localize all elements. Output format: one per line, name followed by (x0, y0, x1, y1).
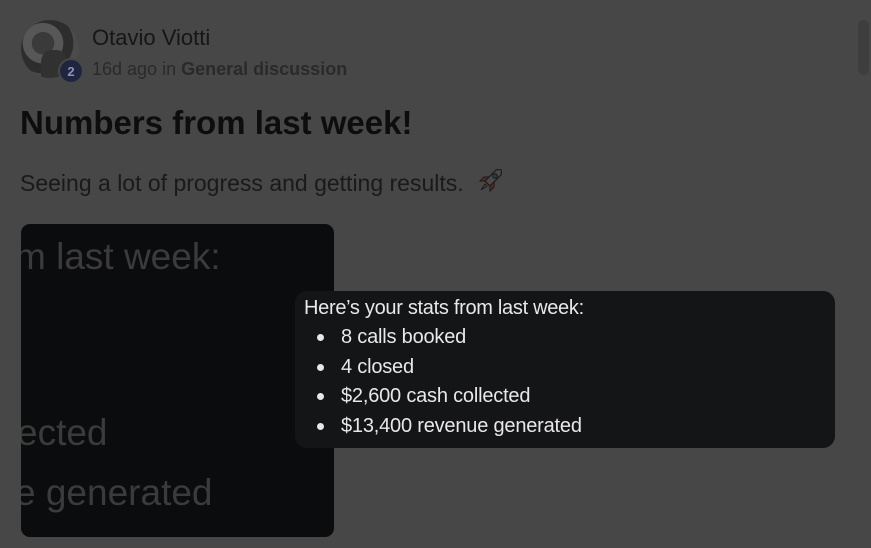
list-item: $2,600 cash collected (304, 384, 835, 414)
list-item: 4 closed (304, 355, 835, 385)
author-name[interactable]: Otavio Viotti (92, 25, 210, 51)
thumbnail-text-line: ected (21, 412, 108, 453)
stats-list: 8 calls booked 4 closed $2,600 cash coll… (304, 325, 835, 443)
category-link[interactable]: General discussion (181, 59, 347, 79)
scrollbar[interactable] (858, 20, 869, 75)
stats-popup: Here’s your stats from last week: 8 call… (295, 291, 835, 448)
thumbnail-text-line: m last week: (21, 236, 221, 277)
level-badge: 2 (58, 58, 84, 84)
author-avatar-wrap[interactable]: 2 (21, 20, 84, 84)
post-title: Numbers from last week! (20, 104, 413, 141)
stats-heading: Here’s your stats from last week: (304, 297, 584, 319)
post-body-text: Seeing a lot of progress and getting res… (20, 170, 464, 196)
rocket-icon (476, 167, 504, 201)
attachment-thumbnail[interactable]: m last week: ected e generated (21, 224, 334, 537)
post-page: 2 Otavio Viotti 16d ago in General discu… (0, 0, 871, 548)
post-time: 16d ago (92, 59, 158, 79)
meta-in-word: in (162, 59, 177, 79)
list-item: 8 calls booked (304, 325, 835, 355)
list-item: $13,400 revenue generated (304, 414, 835, 444)
post-body: Seeing a lot of progress and getting res… (20, 167, 504, 201)
post-meta: 16d ago in General discussion (92, 59, 347, 80)
thumbnail-text-line: e generated (21, 472, 213, 513)
